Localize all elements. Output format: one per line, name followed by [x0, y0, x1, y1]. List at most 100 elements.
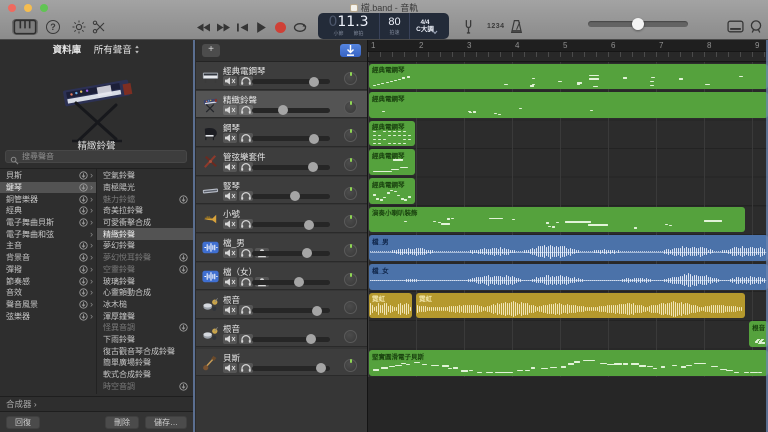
mute-button[interactable]: [223, 219, 237, 229]
solo-button[interactable]: [239, 162, 253, 172]
volume-knob[interactable]: [308, 162, 318, 172]
sound-item[interactable]: 玻璃鈴聲: [97, 275, 193, 287]
volume-knob[interactable]: [278, 105, 288, 115]
category-item[interactable]: 鍵琴›: [0, 182, 96, 194]
mute-button[interactable]: [223, 191, 237, 201]
category-item[interactable]: 聲音風景›: [0, 299, 96, 311]
download-icon[interactable]: [79, 277, 88, 286]
sound-item[interactable]: 渾厚鐘聲: [97, 310, 193, 322]
track-header-row[interactable]: 檔（女）: [196, 263, 367, 291]
download-icon[interactable]: [79, 300, 88, 309]
category-item[interactable]: 銅管樂器›: [0, 193, 96, 205]
lcd-display[interactable]: 011.3 小節節拍 80 拍速 4/4 C大調: [318, 13, 449, 39]
download-icon[interactable]: [79, 312, 88, 321]
track-header-row[interactable]: 豎琴: [196, 177, 367, 205]
pan-knob[interactable]: [344, 101, 357, 114]
pan-knob[interactable]: [344, 187, 357, 200]
track-header-row[interactable]: 檔_男: [196, 234, 367, 262]
region[interactable]: 堅實圓滑電子貝斯: [369, 350, 768, 376]
pan-knob[interactable]: [344, 301, 357, 314]
region[interactable]: 經典電鋼琴: [369, 121, 415, 147]
track-header-row[interactable]: 管弦樂套件: [196, 148, 367, 176]
sound-item[interactable]: 空靈鈴聲: [97, 264, 193, 276]
category-item[interactable]: 貝斯›: [0, 170, 96, 182]
sound-item[interactable]: 空氣鈴聲: [97, 170, 193, 182]
pan-knob[interactable]: [344, 330, 357, 343]
mute-button[interactable]: [223, 363, 237, 373]
track-header-row[interactable]: 根音: [196, 320, 367, 348]
download-icon[interactable]: [79, 218, 88, 227]
solo-button[interactable]: [239, 76, 253, 86]
add-track-button[interactable]: +: [202, 44, 220, 57]
solo-button[interactable]: [239, 248, 253, 258]
mute-button[interactable]: [223, 248, 237, 258]
sound-item[interactable]: 下雨鈴聲: [97, 334, 193, 346]
breadcrumb[interactable]: 合成器 ›: [0, 396, 193, 411]
download-icon[interactable]: [79, 253, 88, 262]
sound-item[interactable]: 怪異音調: [97, 322, 193, 334]
category-item[interactable]: 弦樂器›: [0, 310, 96, 322]
regions-lane[interactable]: 經典電鋼琴經典電鋼琴經典電鋼琴經典電鋼琴經典電鋼琴演奏小喇叭裝飾檔_男檔_女霓虹…: [368, 62, 768, 378]
pan-knob[interactable]: [344, 158, 357, 171]
revert-button[interactable]: 回復: [6, 416, 40, 429]
solo-button[interactable]: [239, 305, 253, 315]
sound-item[interactable]: 夢幻悅耳鈴聲: [97, 252, 193, 264]
track-volume-slider[interactable]: [252, 108, 330, 113]
region[interactable]: 霓虹: [369, 293, 412, 319]
scissors-icon[interactable]: [92, 20, 106, 34]
count-in-button[interactable]: 1234: [487, 23, 505, 30]
track-volume-slider[interactable]: [252, 222, 330, 227]
track-header-row[interactable]: 精緻鈴聲: [196, 91, 367, 119]
sound-item[interactable]: 復古觀音琴合成鈴聲: [97, 345, 193, 357]
bar-ruler[interactable]: 123456789: [368, 40, 768, 52]
mute-button[interactable]: [223, 162, 237, 172]
chevron-down-icon[interactable]: [432, 22, 438, 28]
track-volume-slider[interactable]: [252, 251, 330, 256]
sound-item[interactable]: 心靈顫動合成: [97, 287, 193, 299]
download-icon[interactable]: [79, 288, 88, 297]
download-icon[interactable]: [179, 382, 188, 391]
track-header-row[interactable]: 鋼琴: [196, 119, 367, 147]
solo-button[interactable]: [239, 133, 253, 143]
volume-knob[interactable]: [302, 248, 312, 258]
go-to-start-button[interactable]: [236, 22, 249, 33]
solo-button[interactable]: [239, 334, 253, 344]
track-volume-slider[interactable]: [252, 136, 330, 141]
mute-button[interactable]: [223, 334, 237, 344]
mute-button[interactable]: [223, 305, 237, 315]
download-icon[interactable]: [79, 171, 88, 180]
download-icon[interactable]: [179, 195, 188, 204]
play-button[interactable]: [256, 21, 267, 34]
download-icon[interactable]: [79, 265, 88, 274]
rewind-button[interactable]: [196, 22, 211, 33]
download-icon[interactable]: [179, 253, 188, 262]
mute-button[interactable]: [223, 133, 237, 143]
help-button[interactable]: ?: [46, 20, 60, 34]
solo-button[interactable]: [239, 219, 253, 229]
category-item[interactable]: 電子舞曲貝斯›: [0, 217, 96, 229]
sound-item[interactable]: 簡單廣場鈴聲: [97, 357, 193, 369]
cycle-button[interactable]: [292, 22, 308, 33]
download-icon[interactable]: [79, 206, 88, 215]
pan-knob[interactable]: [344, 72, 357, 85]
sound-item[interactable]: 奇美拉鈴聲: [97, 205, 193, 217]
category-item[interactable]: 經典›: [0, 205, 96, 217]
download-icon[interactable]: [179, 265, 188, 274]
library-toggle-button[interactable]: [12, 19, 38, 35]
category-item[interactable]: 電子舞曲和弦›: [0, 228, 96, 240]
sound-item[interactable]: 軟式合成鈴聲: [97, 369, 193, 381]
forward-button[interactable]: [216, 22, 231, 33]
volume-knob[interactable]: [304, 220, 314, 230]
region[interactable]: 根音: [749, 321, 768, 347]
mute-button[interactable]: [223, 277, 237, 287]
sound-item[interactable]: 冰木槌: [97, 299, 193, 311]
region[interactable]: 檔_男: [369, 235, 768, 261]
region[interactable]: 經典電鋼琴: [369, 64, 768, 90]
region[interactable]: 霓虹: [416, 293, 745, 319]
catch-playhead-button[interactable]: [340, 44, 361, 57]
pan-knob[interactable]: [344, 215, 357, 228]
save-button[interactable]: 儲存…: [145, 416, 187, 429]
region[interactable]: 經典電鋼琴: [369, 92, 768, 118]
volume-knob[interactable]: [316, 363, 326, 373]
track-header-row[interactable]: 根音: [196, 291, 367, 319]
